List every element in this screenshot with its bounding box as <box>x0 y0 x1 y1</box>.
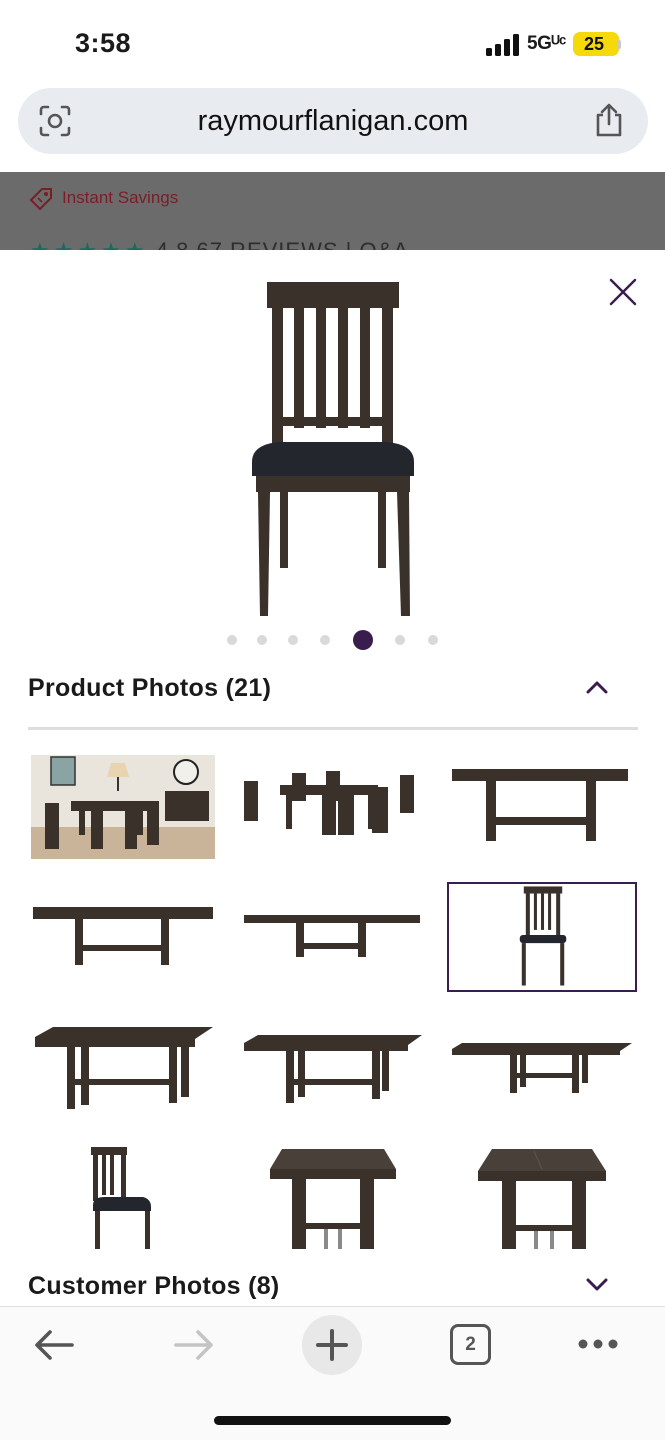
tabs-button[interactable]: 2 <box>450 1324 491 1365</box>
photo-gallery-modal: Product Photos (21) Customer Photos (8) <box>0 250 665 1306</box>
page-overlay: Instant Savings ★★★★★ 4.8 67 REVIEWS | Q… <box>0 172 665 250</box>
thumbnail-extended-table[interactable] <box>448 755 632 859</box>
signal-icon <box>486 34 522 56</box>
thumbnail-table[interactable] <box>31 885 215 989</box>
section-divider <box>28 727 638 730</box>
thumbnail-table-top-angle[interactable] <box>448 1145 632 1249</box>
arrow-left-icon[interactable] <box>32 1327 76 1363</box>
close-icon[interactable] <box>608 277 638 307</box>
address-bar[interactable]: raymourflanigan.com <box>18 88 648 154</box>
chevron-up-icon[interactable] <box>586 680 608 694</box>
lens-icon[interactable] <box>38 104 72 138</box>
battery-icon: 25 <box>573 32 619 56</box>
thumbnail-table-long[interactable] <box>448 1015 632 1119</box>
carousel-dot[interactable] <box>227 635 237 645</box>
carousel-dots <box>0 628 665 652</box>
thumbnail-side-chair-selected[interactable] <box>447 882 637 992</box>
status-bar: 3:58 5Gᵁᶜ 25 <box>0 0 665 88</box>
reviews-link[interactable]: 67 REVIEWS <box>196 238 338 250</box>
thumbnail-table-top[interactable] <box>240 1145 424 1249</box>
carousel-dot[interactable] <box>257 635 267 645</box>
share-icon[interactable] <box>592 102 626 138</box>
home-indicator <box>214 1416 451 1425</box>
carousel-dot[interactable] <box>395 635 405 645</box>
customer-photos-title: Customer Photos (8) <box>28 1272 280 1300</box>
separator: | <box>346 238 353 250</box>
more-icon[interactable] <box>577 1334 619 1354</box>
customer-photos-header[interactable]: Customer Photos (8) <box>28 1268 638 1306</box>
instant-savings-label: Instant Savings <box>62 188 179 207</box>
new-tab-button[interactable] <box>302 1315 362 1375</box>
url-text[interactable]: raymourflanigan.com <box>18 88 648 154</box>
plus-icon <box>316 1329 348 1361</box>
thumbnail-table-leaf[interactable] <box>240 885 424 989</box>
tag-icon <box>29 188 52 211</box>
arrow-right-icon[interactable] <box>172 1327 216 1363</box>
carousel-dot[interactable] <box>288 635 298 645</box>
network-label: 5Gᵁᶜ <box>527 33 566 54</box>
battery-level: 25 <box>583 34 605 54</box>
product-photos-title: Product Photos (21) <box>28 674 272 702</box>
thumbnail-table-angle[interactable] <box>31 1015 215 1119</box>
thumbnail-chair-detail[interactable] <box>31 1145 215 1249</box>
qa-link[interactable]: Q&A <box>359 238 408 250</box>
thumbnail-table-front[interactable] <box>240 1015 424 1119</box>
carousel-dot[interactable] <box>428 635 438 645</box>
carousel-dot[interactable] <box>320 635 330 645</box>
reviews-row: ★★★★★ 4.8 67 REVIEWS | Q&A <box>30 238 409 250</box>
product-photos-header[interactable]: Product Photos (21) <box>28 670 638 710</box>
thumbnail-dining-set[interactable] <box>240 755 424 859</box>
rating-value: 4.8 <box>156 238 190 250</box>
main-product-image[interactable] <box>230 280 435 620</box>
status-time: 3:58 <box>75 28 132 58</box>
chevron-down-icon[interactable] <box>586 1278 608 1292</box>
carousel-dot-active[interactable] <box>353 630 373 650</box>
thumbnail-room-scene[interactable] <box>31 755 215 859</box>
rating-stars: ★★★★★ <box>30 238 149 250</box>
battery-cap <box>617 40 621 49</box>
